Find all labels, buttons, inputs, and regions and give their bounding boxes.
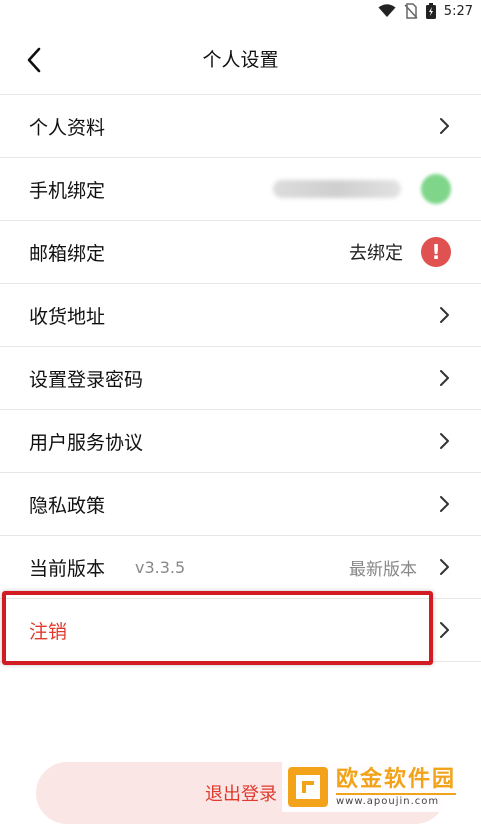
- row-phone-binding[interactable]: 手机绑定: [0, 158, 481, 221]
- row-label: 隐私政策: [29, 494, 106, 517]
- chevron-right-icon: [440, 118, 449, 134]
- row-email-binding[interactable]: 邮箱绑定 去绑定 !: [0, 221, 481, 284]
- row-label: 手机绑定: [29, 179, 106, 202]
- watermark-logo-icon: [288, 767, 328, 807]
- row-label: 个人资料: [29, 116, 106, 139]
- chevron-right-icon: [440, 433, 449, 449]
- chevron-right-icon: [440, 622, 449, 638]
- row-label: 收货地址: [29, 305, 106, 328]
- row-label: 当前版本: [29, 557, 106, 580]
- row-shipping-address[interactable]: 收货地址: [0, 284, 481, 347]
- watermark-name: 欧金软件园: [336, 767, 457, 795]
- warning-icon: !: [421, 237, 451, 267]
- version-status: 最新版本: [349, 559, 417, 580]
- row-login-password[interactable]: 设置登录密码: [0, 347, 481, 410]
- blurred-phone-number: [273, 180, 401, 198]
- battery-charging-icon: [425, 3, 436, 19]
- back-button[interactable]: [18, 44, 50, 76]
- status-time: 5:27: [443, 3, 473, 19]
- nav-bar: 个人设置: [0, 22, 481, 94]
- version-number: v3.3.5: [135, 557, 186, 577]
- row-label: 用户服务协议: [29, 431, 144, 454]
- row-profile[interactable]: 个人资料: [0, 95, 481, 158]
- row-current-version[interactable]: 当前版本 v3.3.5 最新版本: [0, 536, 481, 599]
- chevron-right-icon: [440, 496, 449, 512]
- status-bar: 5:27: [0, 0, 481, 22]
- row-privacy-policy[interactable]: 隐私政策: [0, 473, 481, 536]
- no-sim-icon: [404, 3, 418, 19]
- settings-list: 个人资料 手机绑定 邮箱绑定 去绑定 ! 收货地址 设置登录密码 用户服务协议 …: [0, 94, 481, 662]
- wifi-icon: [378, 4, 396, 17]
- page-title: 个人设置: [202, 48, 279, 71]
- bind-email-link[interactable]: 去绑定: [349, 239, 403, 265]
- watermark: 欧金软件园 www.apoujin.com: [282, 762, 481, 812]
- chevron-right-icon: [440, 559, 449, 575]
- bound-status-icon: [421, 174, 451, 204]
- row-user-agreement[interactable]: 用户服务协议: [0, 410, 481, 473]
- row-label: 注销: [29, 620, 68, 643]
- watermark-url: www.apoujin.com: [336, 796, 440, 807]
- back-arrow-icon: [27, 47, 41, 73]
- chevron-right-icon: [440, 370, 449, 386]
- row-label: 设置登录密码: [29, 368, 144, 391]
- row-label: 邮箱绑定: [29, 242, 106, 265]
- row-deactivate-account[interactable]: 注销: [0, 599, 481, 662]
- chevron-right-icon: [440, 307, 449, 323]
- logout-label: 退出登录: [205, 784, 277, 805]
